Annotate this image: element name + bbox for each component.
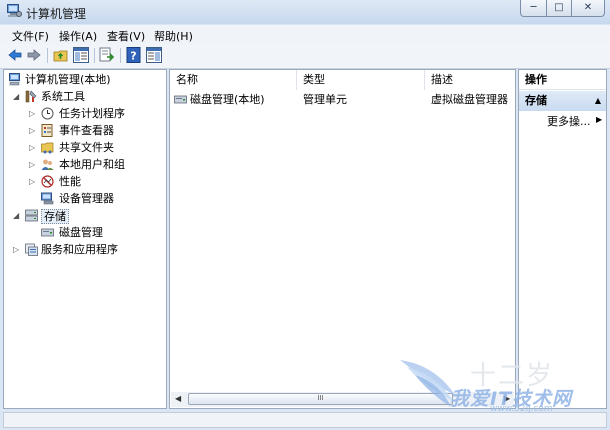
more-actions-link[interactable]: 更多操... <box>547 113 591 129</box>
menu-action[interactable]: 操作(A) <box>59 28 97 44</box>
tree-item-system-tools[interactable]: ◢ 系统工具 <box>4 89 164 105</box>
menu-bar: 文件(F) 操作(A) 查看(V) 帮助(H) <box>0 25 610 44</box>
actions-section-label: 存储 <box>525 94 547 107</box>
performance-icon <box>41 175 54 188</box>
collapsed-arrow-icon[interactable]: ▷ <box>29 123 38 139</box>
clock-icon <box>41 107 54 120</box>
title-bar: 计算机管理 ─ □ ✕ <box>0 0 610 24</box>
expanded-arrow-icon[interactable]: ◢ <box>13 208 22 224</box>
svg-text:?: ? <box>130 50 136 63</box>
tree-item-local-users[interactable]: ▷ 本地用户和组 <box>4 157 164 173</box>
computer-management-icon <box>7 4 22 17</box>
collapsed-arrow-icon[interactable]: ▷ <box>29 174 38 190</box>
expanded-arrow-icon[interactable]: ◢ <box>13 89 22 105</box>
event-viewer-icon <box>41 124 53 137</box>
tools-icon <box>25 90 37 103</box>
window-title: 计算机管理 <box>26 7 87 21</box>
actions-header: 操作 <box>519 70 606 90</box>
close-button[interactable]: ✕ <box>571 0 605 17</box>
tree-item-services-apps[interactable]: ▷ 服务和应用程序 <box>4 242 164 258</box>
menu-help[interactable]: 帮助(H) <box>154 28 193 44</box>
forward-icon[interactable] <box>26 47 42 63</box>
computer-management-window: 计算机管理 ─ □ ✕ 文件(F) 操作(A) 查看(V) 帮助(H) ? 计算… <box>0 0 610 430</box>
tree-label-task-scheduler: 任务计划程序 <box>59 107 125 120</box>
list-row[interactable]: 磁盘管理(本地) 管理单元 虚拟磁盘管理器 <box>170 92 515 108</box>
disk-icon <box>174 95 187 104</box>
help-icon[interactable]: ? <box>126 47 142 63</box>
watermark-url: www.52ij.com <box>490 404 553 414</box>
column-header-description[interactable]: 描述 <box>425 70 515 90</box>
tree-label-device-manager: 设备管理器 <box>59 192 114 205</box>
collapsed-arrow-icon[interactable]: ▷ <box>13 242 22 258</box>
tree-item-disk-management[interactable]: 磁盘管理 <box>4 225 164 241</box>
cell-type: 管理单元 <box>303 93 347 106</box>
tree-item-shared-folders[interactable]: ▷ 共享文件夹 <box>4 140 164 156</box>
minimize-button[interactable]: ─ <box>520 0 547 17</box>
menu-view[interactable]: 查看(V) <box>107 28 145 44</box>
device-manager-icon <box>41 192 54 205</box>
tree-item-performance[interactable]: ▷ 性能 <box>4 174 164 190</box>
show-hide-action-pane-icon[interactable] <box>146 47 162 63</box>
submenu-arrow-icon: ▶ <box>596 115 603 124</box>
tree-label-performance: 性能 <box>59 175 81 188</box>
column-header-type[interactable]: 类型 <box>297 70 425 90</box>
navigation-tree: 计算机管理(本地) ◢ 系统工具 ▷ 任务计划程序 ▷ 事件查看器 ▷ 共享文件… <box>3 69 167 409</box>
cell-name: 磁盘管理(本地) <box>190 93 265 106</box>
users-icon <box>41 159 54 170</box>
tree-label-event-viewer: 事件查看器 <box>59 124 114 137</box>
tree-label-local-users: 本地用户和组 <box>59 158 125 171</box>
services-icon <box>25 243 38 256</box>
tree-label-disk-management: 磁盘管理 <box>59 226 103 239</box>
tree-label-storage: 存储 <box>41 209 69 224</box>
shared-folder-icon <box>41 142 54 154</box>
disk-icon <box>41 228 54 237</box>
export-list-icon[interactable] <box>99 47 115 63</box>
collapse-section-icon[interactable]: ▲ <box>595 91 601 111</box>
collapsed-arrow-icon[interactable]: ▷ <box>29 106 38 122</box>
up-folder-icon[interactable] <box>53 47 69 63</box>
storage-icon <box>25 209 38 222</box>
toolbar: ? <box>0 44 610 69</box>
maximize-button[interactable]: □ <box>546 0 572 17</box>
tree-item-task-scheduler[interactable]: ▷ 任务计划程序 <box>4 106 164 122</box>
tree-item-event-viewer[interactable]: ▷ 事件查看器 <box>4 123 164 139</box>
tree-item-device-manager[interactable]: 设备管理器 <box>4 191 164 207</box>
tree-root-label: 计算机管理(本地) <box>25 73 111 86</box>
scroll-left-icon[interactable]: ◀ <box>175 394 181 403</box>
tree-label-shared-folders: 共享文件夹 <box>59 141 114 154</box>
collapsed-arrow-icon[interactable]: ▷ <box>29 140 38 156</box>
tree-label-system-tools: 系统工具 <box>41 90 85 103</box>
computer-management-icon <box>9 73 20 86</box>
column-header-name[interactable]: 名称 <box>170 70 297 90</box>
cell-description: 虚拟磁盘管理器 <box>431 93 508 106</box>
menu-file[interactable]: 文件(F) <box>12 28 49 44</box>
tree-root[interactable]: 计算机管理(本地) <box>4 72 164 88</box>
actions-section-storage[interactable]: 存储 ▲ <box>519 91 606 111</box>
tree-label-services-apps: 服务和应用程序 <box>41 243 118 256</box>
collapsed-arrow-icon[interactable]: ▷ <box>29 157 38 173</box>
show-hide-tree-icon[interactable] <box>73 47 89 63</box>
back-icon[interactable] <box>7 47 23 63</box>
tree-item-storage[interactable]: ◢ 存储 <box>4 208 164 224</box>
